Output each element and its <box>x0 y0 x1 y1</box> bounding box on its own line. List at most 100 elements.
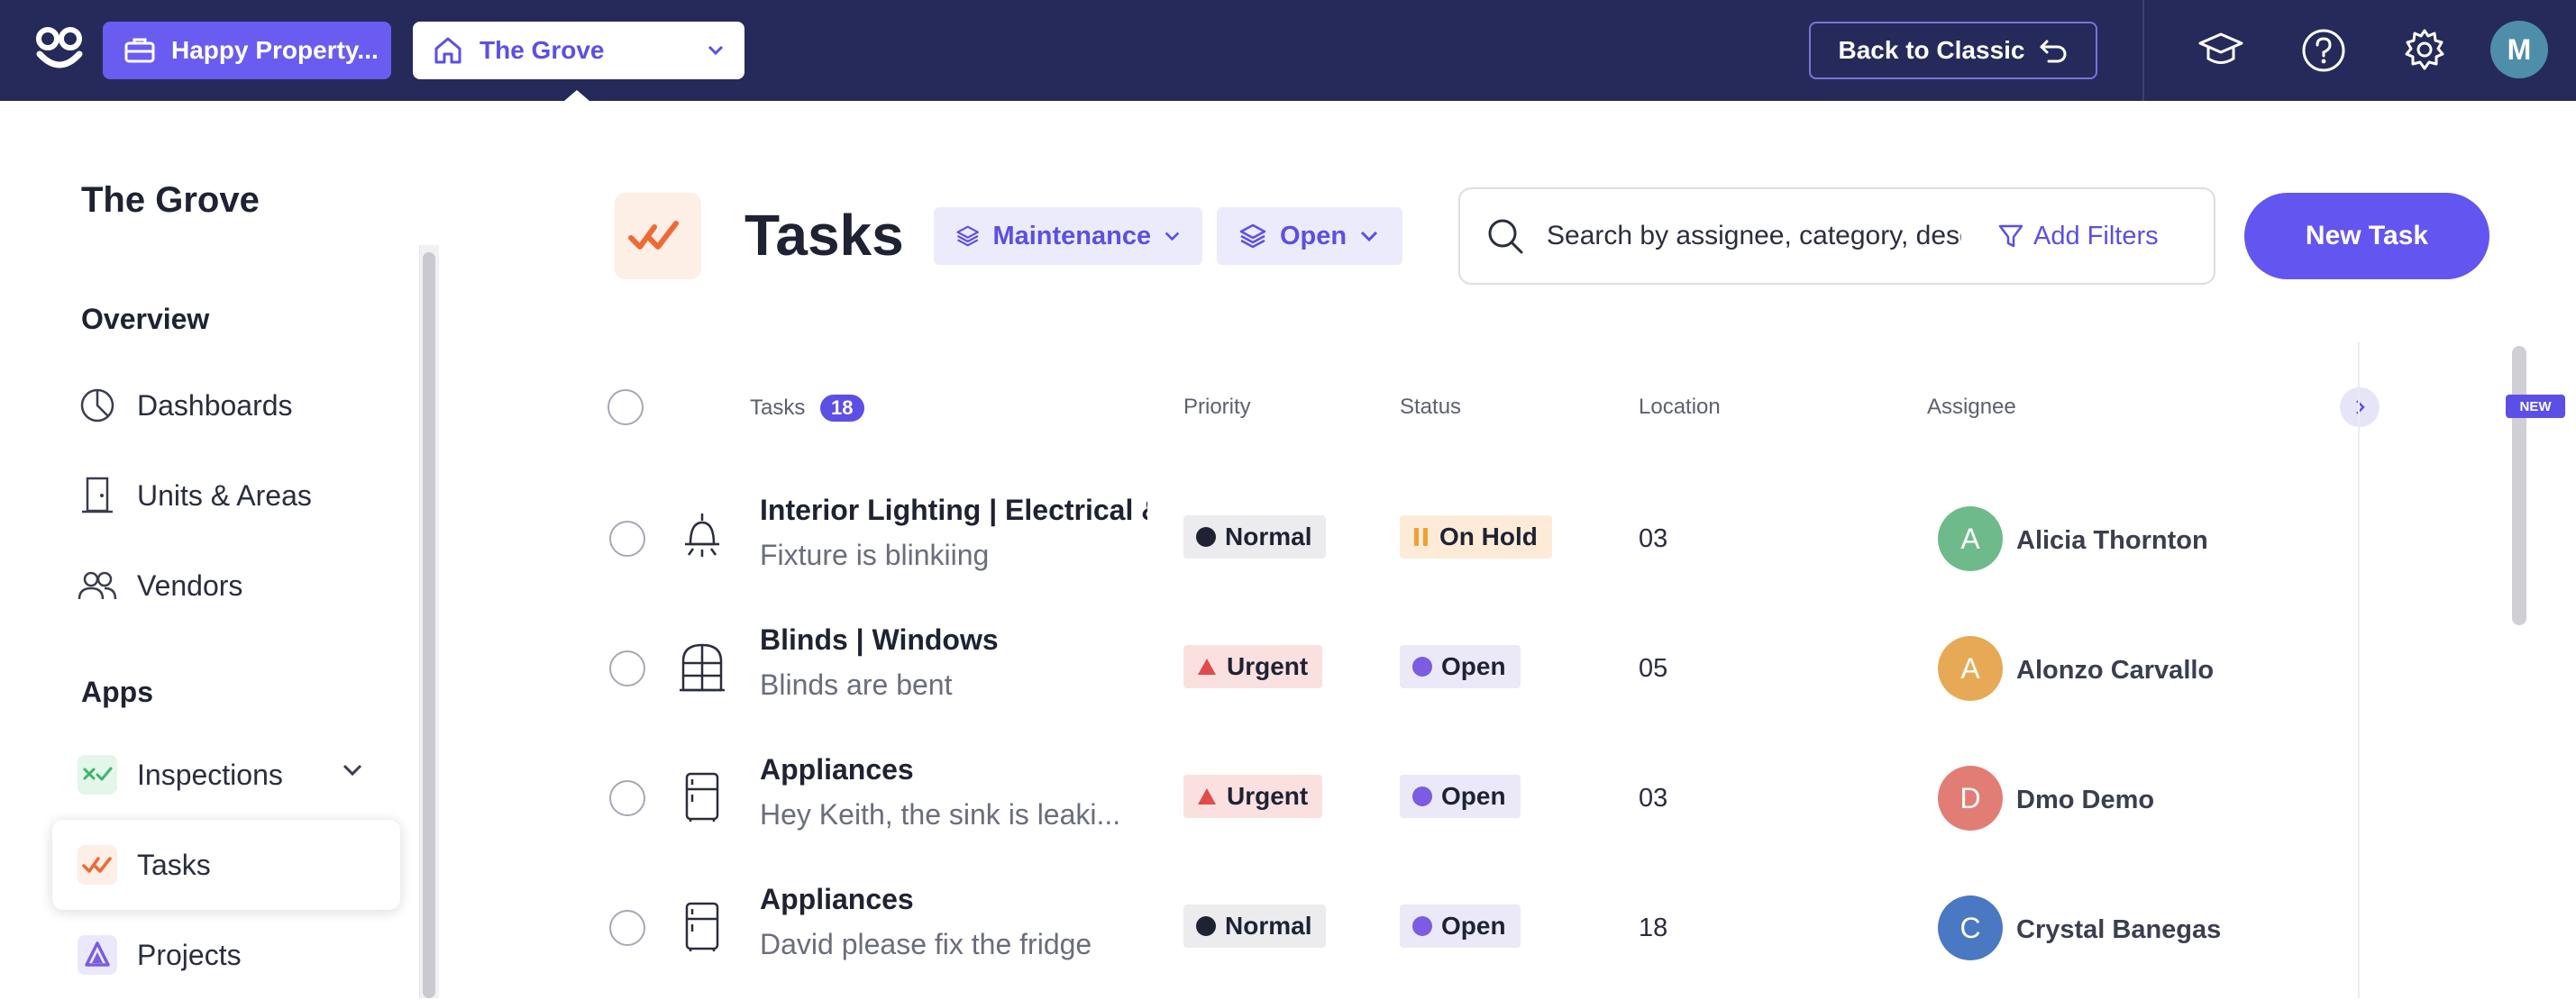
search-icon <box>1488 219 1523 254</box>
sidebar-item-label: Dashboards <box>137 388 293 422</box>
row-checkbox[interactable] <box>609 910 645 946</box>
row-checkbox[interactable] <box>609 650 645 686</box>
sidebar-property-title: The Grove <box>81 180 260 220</box>
sidebar-scrollbar-thumb[interactable] <box>423 252 435 998</box>
task-description: Hey Keith, the sink is leaki... <box>760 798 1121 831</box>
task-title[interactable]: Appliances <box>760 753 1147 786</box>
layers-icon <box>956 225 979 247</box>
task-title[interactable]: Interior Lighting | Electrical & L <box>760 494 1147 527</box>
status-filter-dropdown[interactable]: Open <box>1217 207 1402 265</box>
status-badge: Open <box>1400 905 1521 948</box>
new-feature-badge[interactable]: NEW <box>2506 395 2565 418</box>
assignee-name: Crystal Banegas <box>2016 915 2222 944</box>
user-avatar[interactable]: M <box>2490 21 2548 78</box>
fridge-icon <box>685 772 719 822</box>
priority-badge: Normal <box>1183 515 1327 559</box>
priority-label: Urgent <box>1227 782 1309 810</box>
status-label: Open <box>1441 652 1506 680</box>
task-title[interactable]: Blinds | Windows <box>760 623 1147 657</box>
filter-funnel-icon <box>1998 224 2023 248</box>
projects-icon <box>78 935 117 975</box>
sidebar-item-vendors[interactable]: Vendors <box>52 541 400 631</box>
assignee-avatar: C <box>1938 895 2003 960</box>
property-label: The Grove <box>480 36 605 64</box>
sidebar-item-inspections[interactable]: Inspections <box>52 730 400 820</box>
task-title[interactable]: Appliances <box>760 883 1147 916</box>
table-column-divider <box>2358 342 2360 998</box>
open-dot-icon <box>1412 786 1432 806</box>
status-filter-label: Open <box>1280 221 1347 250</box>
column-header-priority[interactable]: Priority <box>1183 395 1251 420</box>
pause-icon <box>1414 528 1428 546</box>
main-scrollbar-thumb[interactable] <box>2512 346 2526 625</box>
undo-arrow-icon <box>2040 40 2066 63</box>
assignee-initial: A <box>1960 651 1980 685</box>
chevron-down-icon <box>1361 231 1378 242</box>
status-label: Open <box>1441 782 1506 810</box>
scroll-columns-right-button[interactable] <box>2340 387 2380 427</box>
open-dot-icon <box>1412 916 1432 936</box>
urgent-triangle-icon <box>1198 788 1216 805</box>
row-checkbox[interactable] <box>609 780 645 816</box>
inspections-icon <box>78 755 117 795</box>
sidebar-item-units-areas[interactable]: Units & Areas <box>52 450 400 541</box>
priority-badge: Normal <box>1183 905 1327 948</box>
task-count-badge: 18 <box>820 395 864 422</box>
status-badge: Open <box>1400 775 1521 818</box>
normal-dot-icon <box>1196 527 1216 547</box>
status-badge: Open <box>1400 645 1521 688</box>
status-label: Open <box>1441 912 1506 940</box>
location-cell: 05 <box>1639 654 1668 683</box>
status-badge: On Hold <box>1400 515 1552 559</box>
status-label: On Hold <box>1439 523 1538 550</box>
tasks-check-icon <box>78 845 117 885</box>
assignee-initial: C <box>1959 911 1981 944</box>
layers-icon <box>1239 223 1266 249</box>
window-icon <box>680 643 725 692</box>
sidebar-item-dashboards[interactable]: Dashboards <box>52 360 400 450</box>
column-header-tasks[interactable]: Tasks 18 <box>750 395 864 422</box>
company-logo-icon[interactable] <box>34 25 85 72</box>
assignee-name: Dmo Demo <box>2016 786 2155 814</box>
column-header-location[interactable]: Location <box>1639 395 1721 420</box>
sidebar-item-label: Inspections <box>137 758 283 791</box>
fridge-icon <box>685 902 719 951</box>
door-icon <box>78 476 117 515</box>
search-input[interactable]: Search by assignee, category, descri <box>1547 221 1961 251</box>
help-icon[interactable] <box>2300 27 2347 74</box>
priority-label: Urgent <box>1227 652 1309 680</box>
new-task-label: New Task <box>2305 221 2429 250</box>
row-checkbox[interactable] <box>609 521 645 557</box>
open-dot-icon <box>1412 657 1432 677</box>
gear-icon[interactable] <box>2401 27 2448 74</box>
location-cell: 03 <box>1639 784 1668 813</box>
ceiling-light-icon <box>685 514 719 557</box>
sidebar-item-label: Vendors <box>137 568 243 602</box>
graduation-cap-icon[interactable] <box>2197 27 2244 74</box>
top-navigation-bar: Happy Property... The Grove Back to Clas… <box>0 0 2576 101</box>
organization-switcher-button[interactable]: Happy Property... <box>103 22 391 79</box>
column-header-assignee[interactable]: Assignee <box>1927 395 2016 420</box>
sidebar-item-projects[interactable]: Projects <box>52 910 400 1000</box>
property-selector-dropdown[interactable]: The Grove <box>413 22 744 79</box>
user-initial: M <box>2507 32 2532 66</box>
sidebar-apps-heading: Apps <box>81 676 153 708</box>
select-all-checkbox[interactable] <box>607 389 644 425</box>
chevron-down-icon[interactable] <box>341 762 364 778</box>
sidebar-item-label: Units & Areas <box>137 478 312 512</box>
category-filter-dropdown[interactable]: Maintenance <box>934 207 1202 265</box>
location-cell: 03 <box>1639 524 1668 553</box>
sidebar-item-label: Tasks <box>137 848 211 881</box>
sidebar-item-tasks[interactable]: Tasks <box>52 820 400 910</box>
page-title: Tasks <box>744 203 904 268</box>
column-header-status[interactable]: Status <box>1400 395 1461 420</box>
priority-badge: Urgent <box>1183 645 1323 688</box>
task-description: Fixture is blinkiing <box>760 539 990 571</box>
back-to-classic-button[interactable]: Back to Classic <box>1809 22 2097 79</box>
assignee-avatar: D <box>1938 766 2003 831</box>
chevron-right-icon <box>2356 400 2365 414</box>
task-search-box[interactable]: Search by assignee, category, descri Add… <box>1458 187 2215 285</box>
new-task-button[interactable]: New Task <box>2244 193 2489 279</box>
users-icon <box>78 566 117 605</box>
add-filters-button[interactable]: Add Filters <box>1997 222 2159 251</box>
